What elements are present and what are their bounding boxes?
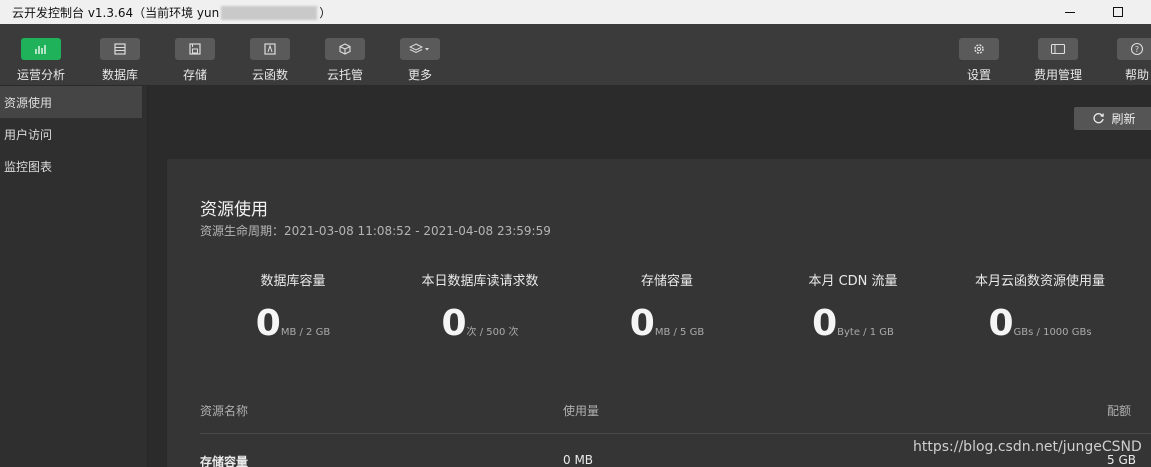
- stat-function-usage: 本月云函数资源使用量 0GBs / 1000 GBs: [974, 274, 1105, 344]
- refresh-button[interactable]: 刷新: [1074, 107, 1151, 130]
- toolbar-help[interactable]: ? 帮助: [1099, 38, 1151, 83]
- table-cell-name: 存储容量: [200, 455, 249, 467]
- toolbar-more[interactable]: 更多: [382, 38, 458, 83]
- window-title: 云开发控制台 v1.3.64（当前环境 yun）: [12, 5, 332, 20]
- stat-value: 0: [629, 303, 655, 344]
- watermark: https://blog.csdn.net/jungeCSND: [913, 439, 1142, 455]
- toolbar-cloud-functions[interactable]: 云函数: [232, 38, 308, 83]
- help-icon: ?: [1117, 38, 1151, 60]
- toolbar-settings[interactable]: 设置: [941, 38, 1017, 83]
- sidebar: 资源使用 用户访问 监控图表: [0, 86, 148, 467]
- stat-unit: GBs / 1000 GBs: [1013, 327, 1092, 338]
- function-icon: [250, 38, 290, 60]
- toolbar-cloud-hosting[interactable]: 云托管: [307, 38, 383, 83]
- sidebar-item-user-access[interactable]: 用户访问: [0, 118, 147, 150]
- sidebar-item-monitor-charts[interactable]: 监控图表: [0, 150, 147, 182]
- redacted-env-name: [221, 6, 318, 20]
- refresh-icon: [1093, 113, 1105, 124]
- stat-unit: 次 / 500 次: [466, 327, 519, 338]
- resource-usage-panel: 资源使用 资源生命周期：2021-03-08 11:08:52 - 2021-0…: [167, 159, 1151, 467]
- window-titlebar: 云开发控制台 v1.3.64（当前环境 yun）: [0, 0, 1151, 24]
- resource-lifecycle: 资源生命周期：2021-03-08 11:08:52 - 2021-04-08 …: [200, 224, 551, 238]
- stat-unit: MB / 5 GB: [654, 327, 705, 338]
- maximize-button[interactable]: [1095, 0, 1141, 24]
- toolbar-database[interactable]: 数据库: [82, 38, 158, 83]
- stat-unit: MB / 2 GB: [280, 327, 331, 338]
- stat-value: 0: [255, 303, 281, 344]
- stat-storage-capacity: 存储容量 0MB / 5 GB: [629, 274, 705, 344]
- storage-icon: [175, 38, 215, 60]
- chevron-down-icon: [425, 48, 429, 51]
- stat-cdn-traffic: 本月 CDN 流量 0Byte / 1 GB: [808, 274, 898, 344]
- layers-icon: [400, 38, 440, 60]
- main-toolbar: 运营分析 数据库 存储 云函数 云托管 更多 设置 费用管理 ? 帮助: [0, 24, 1151, 86]
- stat-value: 0: [988, 303, 1014, 344]
- sidebar-item-resource-usage[interactable]: 资源使用: [0, 86, 142, 118]
- table-cell-quota: 5 GB: [1107, 453, 1136, 467]
- stat-value: 0: [812, 303, 838, 344]
- table-header-usage: 使用量: [563, 404, 600, 418]
- minimize-icon: [1065, 11, 1075, 13]
- minimize-button[interactable]: [1047, 0, 1093, 24]
- database-icon: [100, 38, 140, 60]
- table-header-name: 资源名称: [200, 404, 249, 418]
- table-cell-usage: 0 MB: [563, 453, 594, 467]
- table-header-quota: 配额: [1107, 404, 1132, 418]
- bar-chart-icon: [21, 38, 61, 60]
- main-content: 刷新 资源使用 资源生命周期：2021-03-08 11:08:52 - 202…: [149, 86, 1151, 467]
- toolbar-billing[interactable]: 费用管理: [1020, 38, 1096, 83]
- stat-database-capacity: 数据库容量 0MB / 2 GB: [255, 274, 331, 344]
- stat-value: 0: [441, 303, 467, 344]
- toolbar-operations-analysis[interactable]: 运营分析: [3, 38, 79, 83]
- maximize-icon: [1113, 7, 1123, 17]
- svg-text:?: ?: [1135, 45, 1139, 54]
- stat-unit: Byte / 1 GB: [837, 327, 894, 338]
- stat-database-reads: 本日数据库读请求数 0次 / 500 次: [421, 274, 539, 344]
- gear-icon: [959, 38, 999, 60]
- page-title: 资源使用: [200, 200, 268, 220]
- box-icon: [325, 38, 365, 60]
- billing-icon: [1038, 38, 1078, 60]
- table-divider: [200, 433, 1151, 434]
- toolbar-storage[interactable]: 存储: [157, 38, 233, 83]
